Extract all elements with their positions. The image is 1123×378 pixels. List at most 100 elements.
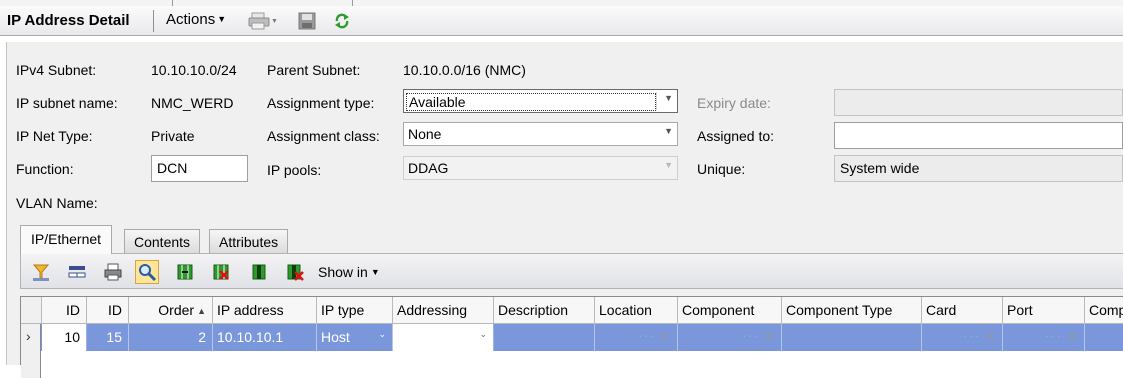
assigned-to-label: Assigned to: bbox=[697, 128, 775, 144]
clear-icon[interactable]: ✕ bbox=[659, 328, 671, 345]
cell-card[interactable]: ··· ✕ bbox=[922, 324, 1003, 351]
column-header-ip-type[interactable]: IP type bbox=[317, 297, 393, 324]
filter-icon bbox=[32, 264, 50, 281]
cell-comp[interactable] bbox=[1085, 324, 1123, 351]
add-row-button[interactable] bbox=[247, 260, 271, 284]
chevron-down-icon: ▼ bbox=[271, 17, 278, 25]
column-header-location[interactable]: Location bbox=[595, 297, 678, 324]
refresh-icon bbox=[335, 13, 349, 29]
clear-icon[interactable]: ✕ bbox=[1066, 328, 1078, 345]
function-field[interactable]: DCN bbox=[151, 155, 248, 182]
cell-component[interactable]: ··· ✕ bbox=[678, 324, 782, 351]
save-icon bbox=[298, 12, 316, 30]
chevron-down-icon: ⌄ bbox=[479, 329, 487, 339]
ipv4-subnet-value: 10.10.10.0/24 bbox=[151, 62, 237, 78]
tab-ip-ethernet[interactable]: IP/Ethernet bbox=[20, 225, 113, 254]
cell-component-type[interactable] bbox=[782, 324, 922, 351]
ellipsis-icon[interactable]: ··· bbox=[963, 327, 980, 343]
cell-id[interactable]: 10 bbox=[42, 324, 87, 351]
cell-addressing[interactable]: ⌄ bbox=[393, 324, 494, 351]
column-header-component-type[interactable]: Component Type bbox=[782, 297, 922, 324]
cell-port[interactable]: ··· ✕ bbox=[1003, 324, 1085, 351]
select-divider bbox=[656, 92, 657, 110]
print-menu-button[interactable]: ▼ bbox=[248, 10, 278, 32]
unique-field: System wide bbox=[834, 155, 1123, 182]
vlan-name-label: VLAN Name: bbox=[16, 195, 98, 211]
ellipsis-icon[interactable]: ··· bbox=[742, 327, 759, 343]
chevron-down-icon: ▼ bbox=[664, 160, 673, 170]
ipv4-subnet-label: IPv4 Subnet: bbox=[16, 62, 97, 78]
chevron-down-icon: ▼ bbox=[370, 267, 380, 277]
chevron-down-icon: ▼ bbox=[217, 14, 227, 24]
ellipsis-icon[interactable]: ··· bbox=[1045, 327, 1062, 343]
show-in-label: Show in bbox=[318, 264, 368, 280]
column-header-component[interactable]: Component bbox=[678, 297, 782, 324]
main-toolbar: IP Address Detail Actions ▼ ▼ bbox=[0, 6, 1123, 36]
ellipsis-icon[interactable]: ··· bbox=[638, 327, 655, 343]
ip-net-type-label: IP Net Type: bbox=[16, 128, 93, 144]
find-button[interactable] bbox=[135, 260, 159, 284]
actions-menu-button[interactable]: Actions ▼ bbox=[166, 11, 226, 28]
column-header-description[interactable]: Description bbox=[494, 297, 595, 324]
assignment-type-select[interactable]: Available ▼ bbox=[403, 89, 678, 113]
column-header-addressing[interactable]: Addressing bbox=[393, 297, 494, 324]
fields-button[interactable] bbox=[65, 260, 89, 284]
expiry-date-label: Expiry date: bbox=[697, 95, 771, 111]
assigned-to-field[interactable] bbox=[834, 122, 1123, 149]
show-in-menu-button[interactable]: Show in ▼ bbox=[318, 264, 380, 280]
assignment-class-select[interactable]: None ▼ bbox=[403, 122, 678, 146]
ip-type-value: Host bbox=[321, 329, 350, 345]
row-selector[interactable]: › bbox=[21, 324, 41, 351]
column-header-id[interactable]: ID bbox=[42, 297, 87, 324]
expiry-date-field bbox=[834, 89, 1123, 116]
function-label: Function: bbox=[16, 161, 74, 177]
parent-subnet-label: Parent Subnet: bbox=[267, 62, 361, 78]
print-button[interactable] bbox=[101, 260, 125, 284]
column-header-order[interactable]: Order ▲ bbox=[129, 297, 213, 324]
refresh-button[interactable] bbox=[334, 10, 350, 32]
chevron-down-icon: ⌄ bbox=[378, 329, 386, 339]
fields-icon bbox=[68, 266, 86, 278]
sort-ascending-icon: ▲ bbox=[197, 306, 206, 316]
ip-subnet-name-label: IP subnet name: bbox=[16, 95, 118, 111]
order-header-label: Order bbox=[158, 302, 195, 318]
ip-pools-label: IP pools: bbox=[267, 162, 322, 178]
cell-ip-address[interactable]: 10.10.10.1 bbox=[213, 324, 317, 351]
printer-icon bbox=[248, 12, 270, 30]
table-row[interactable]: › 10 15 2 10.10.10.1 Host ⌄ ⌄ ··· ✕ ··· ✕ ·… bbox=[21, 324, 1123, 351]
remove-columns-button[interactable] bbox=[209, 260, 233, 284]
cell-description[interactable] bbox=[494, 324, 595, 351]
actions-label: Actions bbox=[166, 11, 216, 28]
column-header-card[interactable]: Card bbox=[922, 297, 1003, 324]
assignment-class-label: Assignment class: bbox=[267, 128, 380, 144]
cell-order[interactable]: 2 bbox=[129, 324, 213, 351]
clear-icon[interactable]: ✕ bbox=[763, 328, 775, 345]
page-title: IP Address Detail bbox=[7, 12, 130, 29]
unique-label: Unique: bbox=[697, 161, 746, 177]
clear-icon[interactable]: ✕ bbox=[984, 328, 996, 345]
row-header-corner bbox=[21, 297, 42, 324]
search-icon bbox=[139, 264, 157, 282]
tab-attributes[interactable]: Attributes bbox=[209, 229, 289, 253]
current-row-icon: › bbox=[26, 328, 31, 344]
chevron-down-icon: ▼ bbox=[664, 126, 673, 136]
cell-location[interactable]: ··· ✕ bbox=[595, 324, 678, 351]
column-header-port[interactable]: Port bbox=[1003, 297, 1085, 324]
column-header-id-2[interactable]: ID bbox=[87, 297, 129, 324]
delete-row-button[interactable] bbox=[283, 260, 307, 284]
map-columns-button[interactable] bbox=[173, 260, 197, 284]
toolbar-separator bbox=[153, 10, 154, 32]
printer-icon bbox=[104, 263, 122, 281]
save-button[interactable] bbox=[298, 10, 316, 32]
column-header-comp[interactable]: Comp bbox=[1085, 297, 1123, 324]
cell-id-2[interactable]: 15 bbox=[87, 324, 129, 351]
assignment-type-value: Available bbox=[406, 93, 656, 111]
ip-pools-select: DDAG ▼ bbox=[403, 156, 678, 180]
parent-subnet-value: 10.10.0.0/16 (NMC) bbox=[403, 62, 526, 78]
filter-button[interactable] bbox=[29, 260, 53, 284]
column-header-ip-address[interactable]: IP address bbox=[213, 297, 317, 324]
tab-contents[interactable]: Contents bbox=[124, 229, 201, 253]
cell-ip-type[interactable]: Host ⌄ bbox=[317, 324, 393, 351]
delete-row-icon bbox=[287, 264, 304, 281]
assignment-type-label: Assignment type: bbox=[267, 95, 375, 111]
